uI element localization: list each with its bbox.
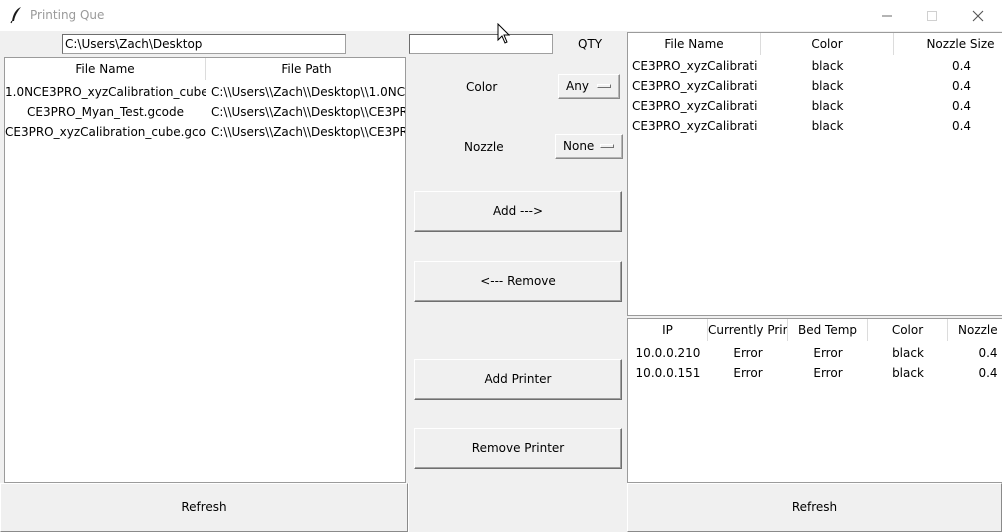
column-header-file-name[interactable]: File Name xyxy=(5,58,206,80)
option-menu-indicator-icon xyxy=(597,84,611,88)
queue-nozzle-cell: 0.4 xyxy=(951,99,972,113)
refresh-files-button[interactable]: Refresh xyxy=(0,483,408,532)
printer-bed-temp-cell: Error xyxy=(813,346,843,360)
qty-label: QTY xyxy=(578,37,603,51)
printer-nozzle-cell: 0.4 xyxy=(978,366,998,380)
printer-ip-cell: 10.0.0.151 xyxy=(635,366,701,380)
refresh-printers-button[interactable]: Refresh xyxy=(627,483,1002,532)
minimize-button[interactable] xyxy=(864,0,910,31)
remove-printer-button[interactable]: Remove Printer xyxy=(414,428,622,469)
queue-color-cell: black xyxy=(811,79,844,93)
close-button[interactable] xyxy=(955,0,1001,31)
bottom-spacer xyxy=(408,483,627,532)
column-header-nozzle-size[interactable]: Nozzle Size xyxy=(948,319,1002,341)
column-header-nozzle-size[interactable]: Nozzle Size xyxy=(894,33,1002,55)
remove-button[interactable]: <--- Remove xyxy=(414,261,622,302)
printer-ip-cell: 10.0.0.210 xyxy=(635,346,701,360)
feather-icon xyxy=(9,6,25,24)
queue-file-name-cell: CE3PRO_xyzCalibration_cube.gcode xyxy=(632,119,758,133)
files-table[interactable]: File Name File Path 1.0NCE3PRO_xyzCalibr… xyxy=(4,57,406,483)
queue-color-cell: black xyxy=(811,99,844,113)
column-header-currently-printing[interactable]: Currently Printing xyxy=(708,319,788,341)
qty-input[interactable] xyxy=(409,34,553,54)
add-button[interactable]: Add ---> xyxy=(414,191,622,232)
queue-nozzle-cell: 0.4 xyxy=(951,119,972,133)
maximize-button[interactable] xyxy=(909,0,955,31)
nozzle-dropdown[interactable]: None xyxy=(555,134,623,159)
queue-table[interactable]: File Name Color Nozzle Size CE3PRO_xyzCa… xyxy=(627,32,1002,316)
printer-status-cell: Error xyxy=(733,346,763,360)
printer-color-cell: black xyxy=(892,346,924,360)
printer-status-cell: Error xyxy=(733,366,763,380)
printers-table[interactable]: IP Currently Printing Bed Temp Color Noz… xyxy=(627,318,1002,483)
column-header-color[interactable]: Color xyxy=(868,319,948,341)
queue-file-name-cell: CE3PRO_xyzCalibration_cube.gcode xyxy=(632,79,758,93)
column-header-ip[interactable]: IP xyxy=(628,319,708,341)
table-row[interactable]: CE3PRO_xyzCalibration_cube.gcode black 0… xyxy=(628,96,1002,116)
printers-table-header: IP Currently Printing Bed Temp Color Noz… xyxy=(628,319,1002,341)
queue-table-header: File Name Color Nozzle Size xyxy=(628,33,1002,55)
file-name-cell: CE3PRO_Myan_Test.gcode xyxy=(26,105,185,119)
file-name-cell: 1.0NCE3PRO_xyzCalibration_cube.gcode xyxy=(5,85,206,99)
file-path-cell: C:\\Users\\Zach\\Desktop\\CE3PRO_xyzCali… xyxy=(211,125,405,139)
queue-color-cell: black xyxy=(811,119,844,133)
table-row[interactable]: 1.0NCE3PRO_xyzCalibration_cube.gcode C:\… xyxy=(5,82,406,102)
color-dropdown-value: Any xyxy=(566,79,589,93)
path-input[interactable] xyxy=(62,34,346,54)
minimize-icon xyxy=(882,15,892,17)
queue-nozzle-cell: 0.4 xyxy=(951,59,972,73)
nozzle-dropdown-value: None xyxy=(563,139,595,153)
nozzle-label: Nozzle xyxy=(464,140,504,154)
printer-bed-temp-cell: Error xyxy=(813,366,843,380)
color-dropdown[interactable]: Any xyxy=(558,74,620,99)
table-row[interactable]: CE3PRO_xyzCalibration_cube.gcode black 0… xyxy=(628,116,1002,136)
queue-color-cell: black xyxy=(811,59,844,73)
column-header-color[interactable]: Color xyxy=(761,33,894,55)
queue-file-name-cell: CE3PRO_xyzCalibration_cube.gcode xyxy=(632,99,758,113)
table-row[interactable]: CE3PRO_xyzCalibration_cube.gcode black 0… xyxy=(628,76,1002,96)
color-label: Color xyxy=(466,80,498,94)
table-row[interactable]: CE3PRO_xyzCalibration_cube.gcode black 0… xyxy=(628,56,1002,76)
table-row[interactable]: 10.0.0.151 Error Error black 0.4 xyxy=(628,363,1002,383)
option-menu-indicator-icon xyxy=(600,144,614,148)
mouse-cursor-icon xyxy=(497,23,511,44)
column-header-file-path[interactable]: File Path xyxy=(206,58,405,80)
column-header-file-name[interactable]: File Name xyxy=(628,33,761,55)
printer-color-cell: black xyxy=(892,366,924,380)
column-header-bed-temp[interactable]: Bed Temp xyxy=(788,319,868,341)
table-row[interactable]: CE3PRO_xyzCalibration_cube.gcode C:\\Use… xyxy=(5,122,405,142)
add-printer-button[interactable]: Add Printer xyxy=(414,359,622,400)
file-path-cell: C:\\Users\\Zach\\Desktop\\1.0NCE3PRO_xyz… xyxy=(211,85,406,99)
window-title: Printing Que xyxy=(30,8,105,22)
table-row[interactable]: CE3PRO_Myan_Test.gcode C:\\Users\\Zach\\… xyxy=(5,102,405,122)
maximize-icon xyxy=(927,11,937,21)
file-path-cell: C:\\Users\\Zach\\Desktop\\CE3PRO_Myan_Te… xyxy=(211,105,405,119)
table-row[interactable]: 10.0.0.210 Error Error black 0.4 xyxy=(628,343,1002,363)
printer-nozzle-cell: 0.4 xyxy=(978,346,998,360)
queue-nozzle-cell: 0.4 xyxy=(951,79,972,93)
file-name-cell: CE3PRO_xyzCalibration_cube.gcode xyxy=(5,125,206,139)
queue-file-name-cell: CE3PRO_xyzCalibration_cube.gcode xyxy=(632,59,758,73)
files-table-header: File Name File Path xyxy=(5,58,405,80)
close-icon xyxy=(972,10,984,22)
